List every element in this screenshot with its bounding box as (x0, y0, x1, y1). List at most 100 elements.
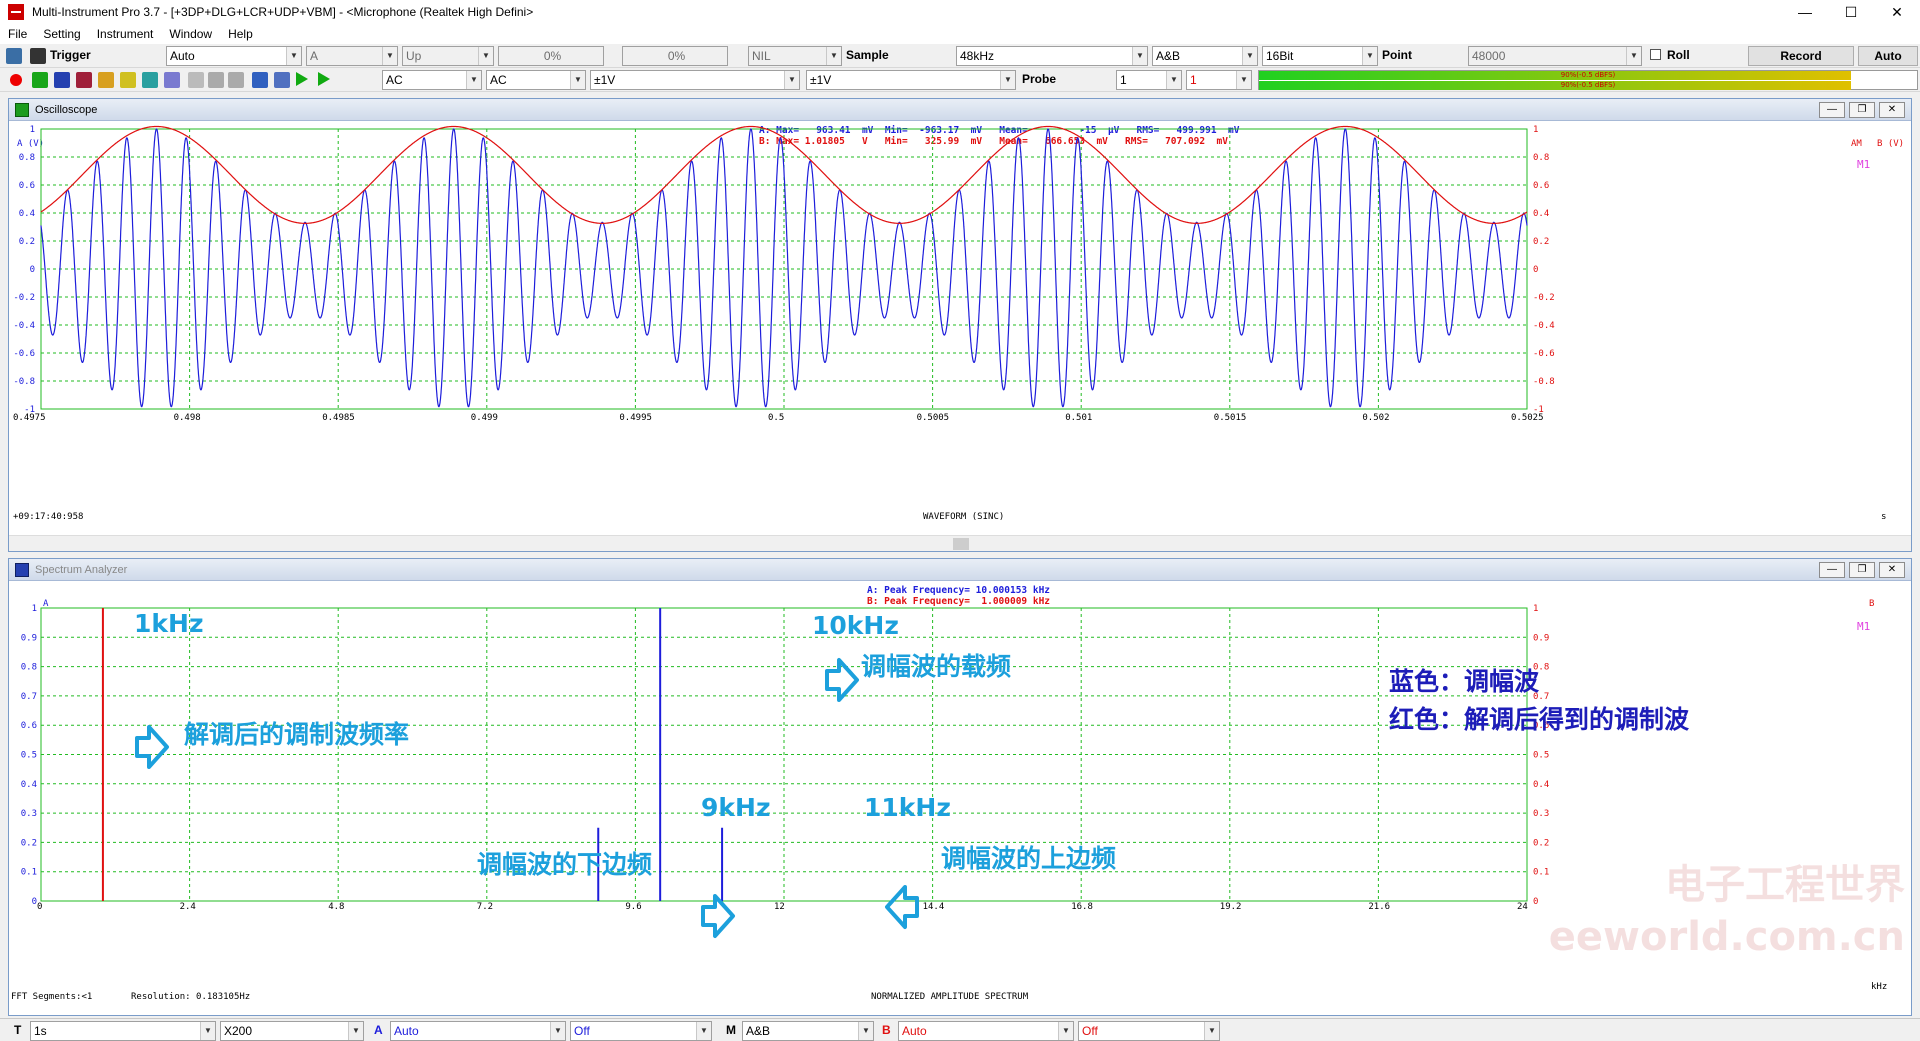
spec-y-tick-a: 0.1 (21, 868, 37, 878)
probe-b-icon[interactable] (228, 72, 244, 88)
sample-label: Sample (846, 48, 889, 62)
coupling-b-select[interactable]: AC ▼ (486, 70, 586, 90)
osc-y-tick-b: 0.4 (1533, 209, 1549, 219)
probe-b-select[interactable]: 1 ▼ (1186, 70, 1252, 90)
zoom-select[interactable]: X200 ▼ (220, 1021, 364, 1041)
close-button[interactable]: ✕ (1874, 0, 1920, 24)
trigger-edge-select[interactable]: Up ▼ (402, 46, 494, 66)
spec-y-tick-a: 0.6 (21, 721, 37, 731)
play-once-icon[interactable] (318, 72, 330, 86)
chevron-down-icon: ▼ (570, 71, 585, 89)
probe-a-select[interactable]: 1 ▼ (1116, 70, 1182, 90)
osc-y-tick-b: -0.4 (1533, 321, 1555, 331)
spec-fft-segments: FFT Segments:<1 (11, 992, 92, 1002)
trigger-label: Trigger (50, 48, 91, 62)
status-bar: T 1s ▼ X200 ▼ A Auto ▼ Off ▼ M A&B ▼ B Auto ▼ … (0, 1018, 1920, 1041)
record-button[interactable]: Record (1748, 46, 1854, 66)
legend-red: 红色：解调后得到的调制波 (1389, 705, 1690, 734)
osc-x-tick: 0.501 (1065, 413, 1092, 423)
oscilloscope-icon[interactable] (32, 72, 48, 88)
watermark-logo: 电子工程世界 eeworld.com.cn (1548, 862, 1905, 960)
meter-icon[interactable] (120, 72, 136, 88)
trigger-level-spinner[interactable]: 0% (498, 46, 604, 66)
osc-y-tick-b: 0.8 (1533, 153, 1549, 163)
label-lower-sideband: 调幅波的下边频 (477, 850, 653, 879)
bits-select[interactable]: 16Bit ▼ (1262, 46, 1378, 66)
osc-y-tick-b: 1 (1533, 125, 1538, 135)
meter-b-text: 90%(-0.5 dBFS) (1560, 81, 1616, 89)
osc-x-tick: 0.4985 (322, 413, 355, 423)
app-icon (8, 4, 24, 20)
menu-help[interactable]: Help (220, 27, 261, 41)
spectrum-panel: Spectrum Analyzer — ❐ ✕ A: Peak Frequenc… (8, 558, 1912, 1016)
sample-rate-select[interactable]: 48kHz ▼ (956, 46, 1148, 66)
probe-a-icon[interactable] (208, 72, 224, 88)
label-demodulated: 解调后的调制波频率 (184, 720, 410, 749)
pretrigger-spinner[interactable]: 0% (622, 46, 728, 66)
chevron-down-icon: ▼ (1626, 47, 1641, 65)
spec-y-tick-a: 1 (32, 604, 37, 614)
time-select[interactable]: 1s ▼ (30, 1021, 216, 1041)
range-b-select[interactable]: ±1V ▼ (806, 70, 1016, 90)
m-select[interactable]: A&B ▼ (742, 1021, 874, 1041)
nil-select[interactable]: NIL ▼ (748, 46, 842, 66)
osc-y-tick-b: 0.2 (1533, 237, 1549, 247)
menu-bar: File Setting Instrument Window Help (0, 24, 1920, 44)
menu-window[interactable]: Window (161, 27, 220, 41)
spec-y-tick-a: 0.5 (21, 751, 37, 761)
legend-blue: 蓝色：调幅波 (1389, 667, 1540, 696)
spec-marker: M1 (1857, 620, 1870, 633)
level-meter: 90%(-0.5 dBFS) 90%(-0.5 dBFS) (1258, 70, 1918, 90)
osc-y-tick-a: 0.8 (19, 153, 35, 163)
b-scale-select[interactable]: Auto ▼ (898, 1021, 1074, 1041)
tools-icon[interactable] (252, 72, 268, 88)
spectrum-icon[interactable] (54, 72, 70, 88)
points-select[interactable]: 48000 ▼ (1468, 46, 1642, 66)
spec-y-tick-b: 1 (1533, 604, 1538, 614)
osc-y-tick-a: -0.6 (13, 349, 35, 359)
trigger-channel-select[interactable]: A ▼ (306, 46, 398, 66)
spec-y-tick-b: 0.9 (1533, 633, 1549, 643)
menu-setting[interactable]: Setting (35, 27, 88, 41)
osc-x-tick: 0.502 (1362, 413, 1389, 423)
minimize-button[interactable]: — (1782, 0, 1828, 24)
b-label: B (882, 1023, 891, 1037)
speaker-icon[interactable] (274, 72, 290, 88)
spec-y-tick-a: 0.7 (21, 692, 37, 702)
a-off-select[interactable]: Off ▼ (570, 1021, 712, 1041)
chevron-down-icon: ▼ (382, 47, 397, 65)
osc-scroll-thumb[interactable] (953, 538, 969, 550)
osc-y-tick-b: 0 (1533, 265, 1538, 275)
roll-checkbox[interactable]: Roll (1650, 46, 1720, 66)
spec-x-tick: 12 (774, 902, 785, 912)
oscilloscope-chart[interactable]: A (V) B (V) AM M1 +09:17:40:958 WAVEFORM… (9, 99, 1911, 551)
osc-scrollbar[interactable] (9, 535, 1911, 551)
a-scale-select[interactable]: Auto ▼ (390, 1021, 566, 1041)
coupling-a-select[interactable]: AC ▼ (382, 70, 482, 90)
menu-instrument[interactable]: Instrument (89, 27, 162, 41)
lock-icon[interactable] (188, 72, 204, 88)
trigger-mode-select[interactable]: Auto ▼ (166, 46, 302, 66)
trigger-icon[interactable] (6, 48, 22, 64)
record-dot-icon[interactable] (10, 74, 22, 86)
phase-icon[interactable] (76, 72, 92, 88)
range-a-select[interactable]: ±1V ▼ (590, 70, 800, 90)
chevron-down-icon: ▼ (1000, 71, 1015, 89)
maximize-button[interactable]: ☐ (1828, 0, 1874, 24)
b-off-select[interactable]: Off ▼ (1078, 1021, 1220, 1041)
arrow-left-icon (885, 885, 919, 929)
play-icon[interactable] (296, 72, 308, 86)
arrow-right-icon (701, 894, 735, 938)
auto-button[interactable]: Auto (1858, 46, 1918, 66)
osc-axis-a-label: A (V) (17, 139, 44, 149)
generator-icon[interactable] (142, 72, 158, 88)
probe-label: Probe (1022, 72, 1057, 86)
dds-icon[interactable] (164, 72, 180, 88)
osc-y-tick-a: -1 (24, 405, 35, 415)
channels-select[interactable]: A&B ▼ (1152, 46, 1258, 66)
spec-y-tick-a: 0.9 (21, 633, 37, 643)
chevron-down-icon: ▼ (696, 1022, 711, 1040)
menu-file[interactable]: File (0, 27, 35, 41)
save-icon[interactable] (30, 48, 46, 64)
3d-icon[interactable] (98, 72, 114, 88)
